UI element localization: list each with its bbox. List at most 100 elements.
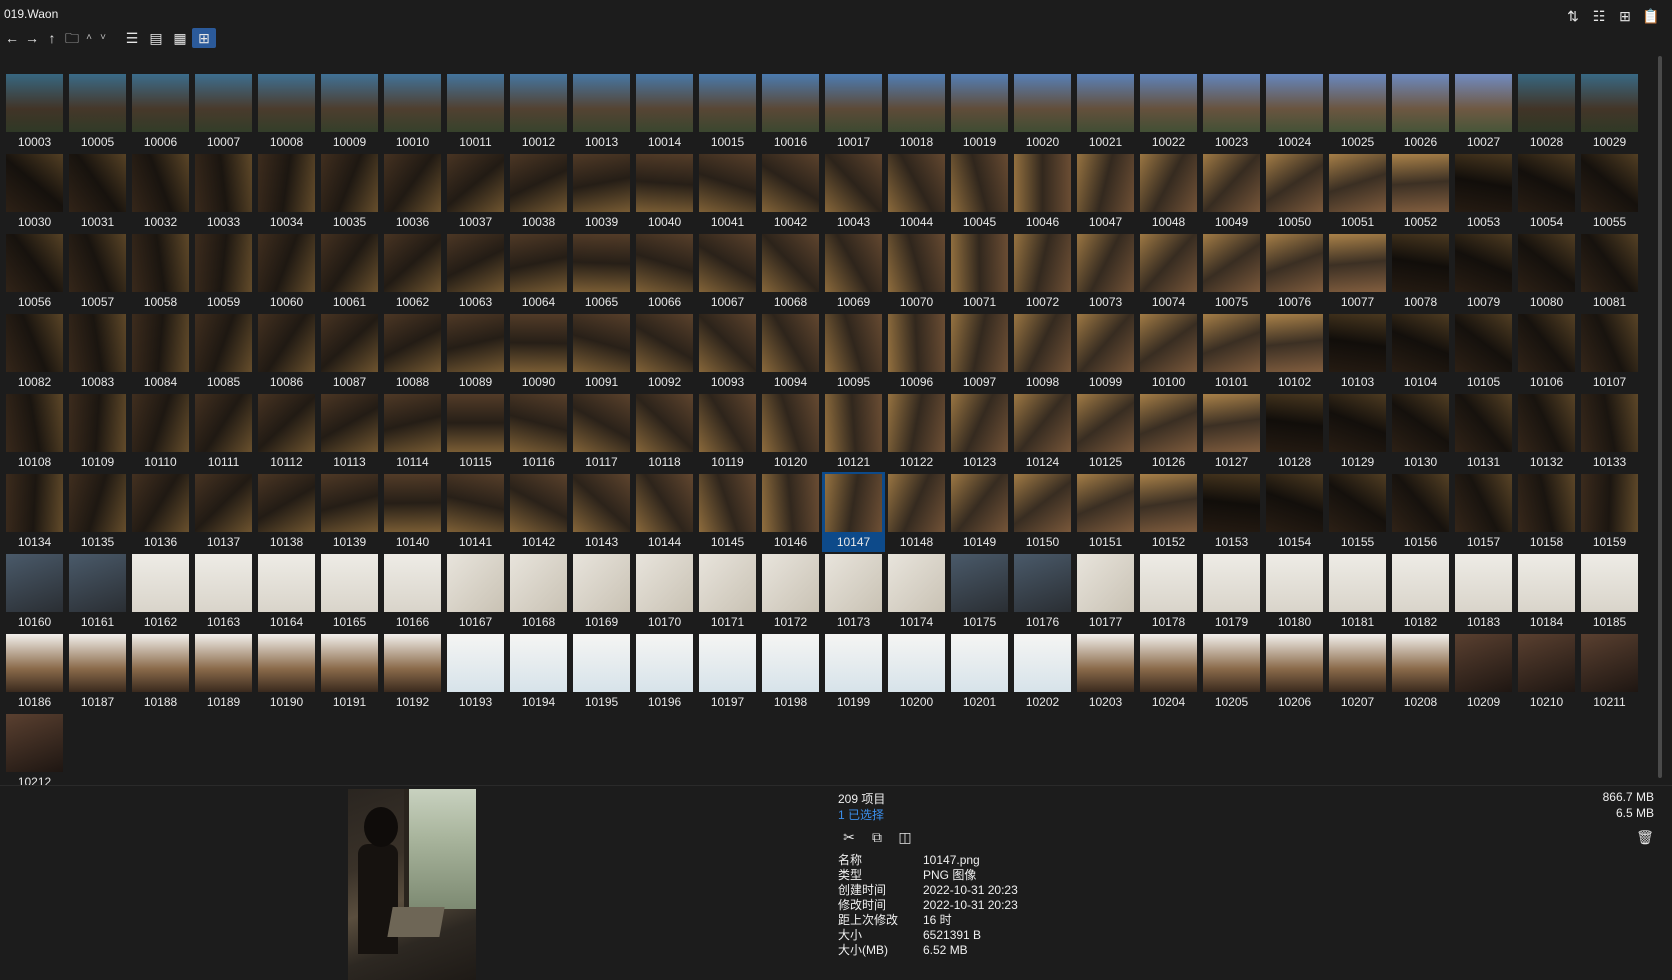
thumbnail-item[interactable]: 10106 [1515, 312, 1578, 392]
thumbnail-item[interactable]: 10176 [1011, 552, 1074, 632]
thumbnail-item[interactable]: 10147 [822, 472, 885, 552]
thumbnail-item[interactable]: 10041 [696, 152, 759, 232]
thumbnail-item[interactable]: 10195 [570, 632, 633, 712]
thumbnail-item[interactable]: 10073 [1074, 232, 1137, 312]
thumbnail-item[interactable]: 10179 [1200, 552, 1263, 632]
thumbnail-item[interactable]: 10155 [1326, 472, 1389, 552]
thumbnail-item[interactable]: 10187 [66, 632, 129, 712]
thumbnail-item[interactable]: 10163 [192, 552, 255, 632]
vertical-scrollbar[interactable] [1656, 52, 1664, 782]
thumbnail-item[interactable]: 10059 [192, 232, 255, 312]
back-icon[interactable]: ← [2, 28, 22, 48]
thumbnail-item[interactable]: 10210 [1515, 632, 1578, 712]
thumbnail-item[interactable]: 10152 [1137, 472, 1200, 552]
thumbnail-item[interactable]: 10066 [633, 232, 696, 312]
thumbnail-item[interactable]: 10092 [633, 312, 696, 392]
thumbnail-item[interactable]: 10143 [570, 472, 633, 552]
thumbnail-item[interactable]: 10007 [192, 72, 255, 152]
thumbnail-item[interactable]: 10039 [570, 152, 633, 232]
thumbnail-item[interactable]: 10183 [1452, 552, 1515, 632]
cut-icon[interactable]: ✂ [838, 827, 860, 847]
thumbnail-item[interactable]: 10015 [696, 72, 759, 152]
thumbnail-item[interactable]: 10137 [192, 472, 255, 552]
thumbnail-item[interactable]: 10097 [948, 312, 1011, 392]
thumbnail-item[interactable]: 10055 [1578, 152, 1641, 232]
thumbnail-item[interactable]: 10131 [1452, 392, 1515, 472]
thumbnail-item[interactable]: 10185 [1578, 552, 1641, 632]
thumbnail-item[interactable]: 10054 [1515, 152, 1578, 232]
thumbnail-item[interactable]: 10060 [255, 232, 318, 312]
thumbnail-item[interactable]: 10130 [1389, 392, 1452, 472]
thumbnail-item[interactable]: 10115 [444, 392, 507, 472]
pane-divider[interactable] [0, 785, 1672, 786]
thumbnail-item[interactable]: 10096 [885, 312, 948, 392]
thumbnail-item[interactable]: 10051 [1326, 152, 1389, 232]
thumbnail-item[interactable]: 10074 [1137, 232, 1200, 312]
thumbnail-item[interactable]: 10020 [1011, 72, 1074, 152]
thumbnail-item[interactable]: 10202 [1011, 632, 1074, 712]
thumbnail-item[interactable]: 10129 [1326, 392, 1389, 472]
thumbnail-item[interactable]: 10211 [1578, 632, 1641, 712]
thumbnail-item[interactable]: 10037 [444, 152, 507, 232]
thumbnail-item[interactable]: 10017 [822, 72, 885, 152]
thumbnail-item[interactable]: 10127 [1200, 392, 1263, 472]
thumbnail-item[interactable]: 10173 [822, 552, 885, 632]
thumbnail-item[interactable]: 10068 [759, 232, 822, 312]
thumbnail-item[interactable]: 10028 [1515, 72, 1578, 152]
thumbnail-item[interactable]: 10186 [3, 632, 66, 712]
thumbnail-item[interactable]: 10069 [822, 232, 885, 312]
thumbnail-item[interactable]: 10091 [570, 312, 633, 392]
thumbnail-item[interactable]: 10109 [66, 392, 129, 472]
thumbnail-item[interactable]: 10158 [1515, 472, 1578, 552]
thumbnail-item[interactable]: 10025 [1326, 72, 1389, 152]
thumbnail-item[interactable]: 10165 [318, 552, 381, 632]
thumbnail-item[interactable]: 10116 [507, 392, 570, 472]
thumbnail-item[interactable]: 10084 [129, 312, 192, 392]
thumbnail-item[interactable]: 10102 [1263, 312, 1326, 392]
thumbnail-item[interactable]: 10005 [66, 72, 129, 152]
thumbnail-item[interactable]: 10157 [1452, 472, 1515, 552]
view-list-icon[interactable]: ☰ [120, 28, 144, 48]
thumbnail-item[interactable]: 10194 [507, 632, 570, 712]
clipboard-icon[interactable]: 📋 [1640, 6, 1662, 26]
thumbnail-item[interactable]: 10099 [1074, 312, 1137, 392]
thumbnail-item[interactable]: 10161 [66, 552, 129, 632]
scrollbar-thumb[interactable] [1658, 56, 1662, 778]
thumbnail-item[interactable]: 10010 [381, 72, 444, 152]
thumbnail-item[interactable]: 10146 [759, 472, 822, 552]
thumbnail-item[interactable]: 10088 [381, 312, 444, 392]
thumbnail-item[interactable]: 10201 [948, 632, 1011, 712]
thumbnail-item[interactable]: 10111 [192, 392, 255, 472]
thumbnail-item[interactable]: 10061 [318, 232, 381, 312]
thumbnail-item[interactable]: 10124 [1011, 392, 1074, 472]
thumbnail-item[interactable]: 10184 [1515, 552, 1578, 632]
thumbnail-item[interactable]: 10065 [570, 232, 633, 312]
thumbnail-item[interactable]: 10204 [1137, 632, 1200, 712]
thumbnail-item[interactable]: 10199 [822, 632, 885, 712]
thumbnail-item[interactable]: 10142 [507, 472, 570, 552]
thumbnail-item[interactable]: 10110 [129, 392, 192, 472]
thumbnail-item[interactable]: 10003 [3, 72, 66, 152]
thumbnail-item[interactable]: 10171 [696, 552, 759, 632]
thumbnail-item[interactable]: 10148 [885, 472, 948, 552]
thumbnail-item[interactable]: 10172 [759, 552, 822, 632]
thumbnail-item[interactable]: 10108 [3, 392, 66, 472]
thumbnail-item[interactable]: 10135 [66, 472, 129, 552]
thumbnail-item[interactable]: 10072 [1011, 232, 1074, 312]
thumbnail-item[interactable]: 10033 [192, 152, 255, 232]
split-view-icon[interactable]: ◫ [894, 827, 916, 847]
thumbnail-item[interactable]: 10117 [570, 392, 633, 472]
thumbnail-item[interactable]: 10168 [507, 552, 570, 632]
thumbnail-item[interactable]: 10082 [3, 312, 66, 392]
thumbnail-item[interactable]: 10030 [3, 152, 66, 232]
thumbnail-item[interactable]: 10006 [129, 72, 192, 152]
thumbnail-item[interactable]: 10094 [759, 312, 822, 392]
thumbnail-item[interactable]: 10056 [3, 232, 66, 312]
thumbnail-item[interactable]: 10118 [633, 392, 696, 472]
thumbnail-item[interactable]: 10019 [948, 72, 1011, 152]
thumbnail-item[interactable]: 10197 [696, 632, 759, 712]
thumbnail-item[interactable]: 10036 [381, 152, 444, 232]
selected-count[interactable]: 1 已选择 [838, 806, 884, 823]
thumbnail-item[interactable]: 10016 [759, 72, 822, 152]
thumbnail-item[interactable]: 10023 [1200, 72, 1263, 152]
